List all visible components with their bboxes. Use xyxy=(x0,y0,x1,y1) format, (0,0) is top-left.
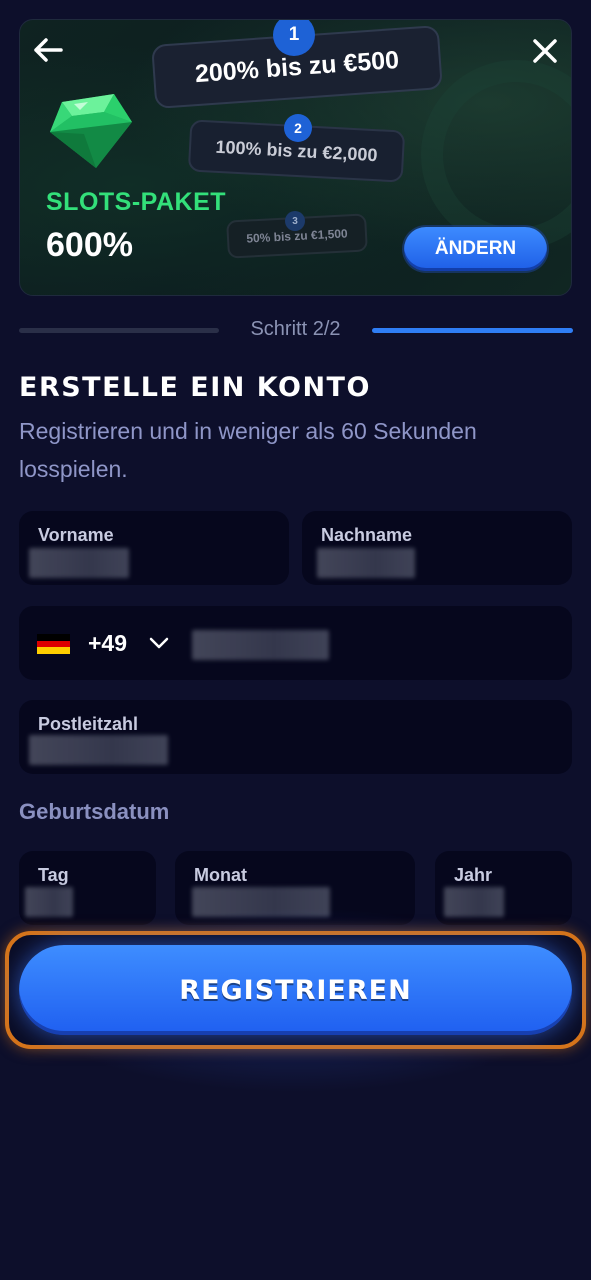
step-indicator: Schritt 2/2 xyxy=(250,318,341,340)
postal-code-label: Postleitzahl xyxy=(38,714,139,734)
progress-step-1 xyxy=(19,328,219,333)
dial-code[interactable]: +49 xyxy=(88,630,127,657)
birthdate-label: Geburtsdatum xyxy=(19,799,170,824)
last-name-label: Nachname xyxy=(321,525,413,545)
change-package-button[interactable]: ÄNDERN xyxy=(404,227,547,271)
page-subtitle: Registrieren und in weniger als 60 Sekun… xyxy=(19,418,477,482)
register-button[interactable]: REGISTRIEREN xyxy=(19,945,572,1035)
bonus-step-3-number: 3 xyxy=(285,211,305,231)
birth-year-label: Jahr xyxy=(454,865,493,885)
banner-decoration xyxy=(421,60,571,250)
close-icon[interactable] xyxy=(525,31,565,71)
last-name-field[interactable]: Nachname xyxy=(302,511,572,585)
package-value: 600% xyxy=(46,226,133,264)
first-name-value-redacted xyxy=(29,548,129,578)
phone-value-redacted xyxy=(192,630,329,660)
page-title: ERSTELLE EIN KONTO xyxy=(19,372,371,403)
chevron-down-icon[interactable] xyxy=(149,633,169,653)
bonus-step-2-number: 2 xyxy=(284,114,312,142)
postal-code-value-redacted xyxy=(29,735,168,765)
promo-banner: 200% bis zu €500 1 100% bis zu €2,000 2 … xyxy=(19,19,572,296)
birth-day-label: Tag xyxy=(38,865,69,885)
germany-flag-icon[interactable] xyxy=(37,634,70,655)
back-arrow-icon[interactable] xyxy=(28,30,68,70)
progress-step-2 xyxy=(372,328,573,333)
birth-month-label: Monat xyxy=(194,865,247,885)
postal-code-field[interactable]: Postleitzahl xyxy=(19,700,572,774)
emerald-gem-icon xyxy=(44,88,136,170)
phone-field[interactable]: +49 xyxy=(19,606,572,680)
first-name-field[interactable]: Vorname xyxy=(19,511,289,585)
last-name-value-redacted xyxy=(317,548,415,578)
package-label: SLOTS-PAKET xyxy=(46,188,227,216)
first-name-label: Vorname xyxy=(38,525,114,545)
